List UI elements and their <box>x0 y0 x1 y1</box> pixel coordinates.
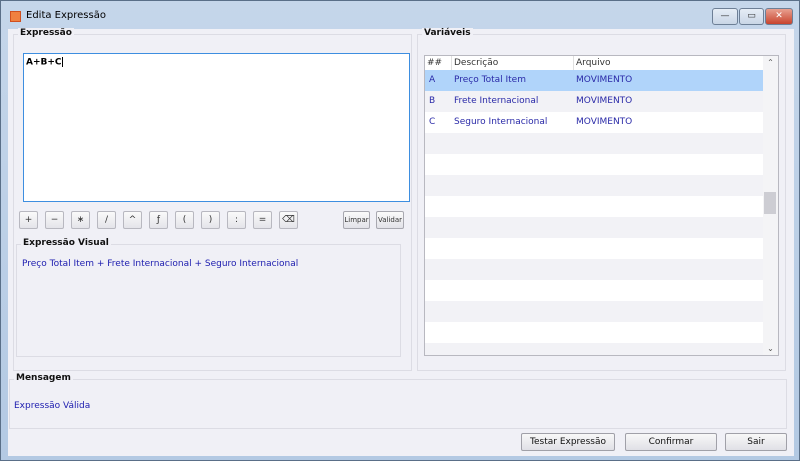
expression-value: A+B+C <box>26 57 62 68</box>
empty-row[interactable] <box>425 217 764 238</box>
divide-button[interactable]: / <box>97 211 116 229</box>
grid-header: ## Descrição Arquivo <box>425 56 764 70</box>
empty-row[interactable] <box>425 238 764 259</box>
cell-id: A <box>429 75 436 85</box>
empty-row[interactable] <box>425 322 764 343</box>
app-icon <box>10 11 21 22</box>
minus-button[interactable]: − <box>45 211 64 229</box>
visual-expression-group: Expressão Visual Preço Total Item + Fret… <box>16 238 401 357</box>
exit-button[interactable]: Sair <box>725 433 787 451</box>
multiply-button[interactable]: ∗ <box>71 211 90 229</box>
variables-grid[interactable]: ## Descrição Arquivo A Preço Total Item MO… <box>424 55 779 356</box>
plus-button[interactable]: + <box>19 211 38 229</box>
close-paren-button[interactable]: ) <box>201 211 220 229</box>
table-row[interactable]: C Seguro Internacional MOVIMENTO <box>425 112 764 133</box>
table-row[interactable]: B Frete Internacional MOVIMENTO <box>425 91 764 112</box>
empty-row[interactable] <box>425 154 764 175</box>
backspace-button[interactable]: ⌫ <box>279 211 298 229</box>
scroll-thumb[interactable] <box>764 192 776 214</box>
cell-file: MOVIMENTO <box>576 117 633 127</box>
cell-id: C <box>429 117 436 127</box>
cell-desc: Preço Total Item <box>454 75 526 85</box>
empty-row[interactable] <box>425 343 764 355</box>
empty-row[interactable] <box>425 280 764 301</box>
empty-row[interactable] <box>425 259 764 280</box>
minimize-button[interactable]: — <box>712 8 738 25</box>
empty-row[interactable] <box>425 175 764 196</box>
cell-file: MOVIMENTO <box>576 75 633 85</box>
maximize-button[interactable]: ▭ <box>739 8 764 25</box>
empty-row[interactable] <box>425 133 764 154</box>
close-button[interactable]: ✕ <box>765 8 793 25</box>
cell-file: MOVIMENTO <box>576 96 633 106</box>
power-button[interactable]: ^ <box>123 211 142 229</box>
variables-group: Variáveis ## Descrição Arquivo A Preço To… <box>417 28 786 371</box>
window-title: Edita Expressão <box>26 10 106 21</box>
scroll-down-icon[interactable]: ⌄ <box>763 344 778 353</box>
test-expression-button[interactable]: Testar Expressão <box>521 433 615 451</box>
function-button[interactable]: ƒ <box>149 211 168 229</box>
dialog-window: Edita Expressão — ▭ ✕ Expressão A+B+C + −… <box>0 0 800 461</box>
expression-input[interactable]: A+B+C <box>23 53 410 202</box>
empty-row[interactable] <box>425 301 764 322</box>
dialog-body: Expressão A+B+C + − ∗ / ^ ƒ (): = ⌫ Limpar Valid… <box>8 28 794 456</box>
clear-button[interactable]: Limpar <box>343 211 370 229</box>
column-header-description[interactable]: Descrição <box>451 56 573 70</box>
validate-button[interactable]: Validar <box>376 211 404 229</box>
confirm-button[interactable]: Confirmar <box>625 433 717 451</box>
colon-button[interactable]: : <box>227 211 246 229</box>
message-value: Expressão Válida <box>14 401 91 411</box>
empty-row[interactable] <box>425 196 764 217</box>
table-row[interactable]: A Preço Total Item MOVIMENTO <box>425 70 764 91</box>
message-group: Mensagem <box>9 373 787 429</box>
scroll-up-icon[interactable]: ⌃ <box>763 58 778 67</box>
open-paren-button[interactable]: ( <box>175 211 194 229</box>
cell-desc: Frete Internacional <box>454 96 539 106</box>
visual-expression-value: Preço Total Item + Frete Internacional +… <box>22 259 299 269</box>
visual-expression-label: Expressão Visual <box>21 238 111 248</box>
cell-desc: Seguro Internacional <box>454 117 548 127</box>
column-header-file[interactable]: Arquivo <box>573 56 764 70</box>
message-label: Mensagem <box>14 373 73 383</box>
text-caret <box>61 57 63 67</box>
variables-label: Variáveis <box>422 28 473 38</box>
vertical-scrollbar[interactable]: ⌃ ⌄ <box>763 56 778 355</box>
column-header-id[interactable]: ## <box>425 56 451 70</box>
equals-button[interactable]: = <box>253 211 272 229</box>
cell-id: B <box>429 96 436 106</box>
title-bar[interactable]: Edita Expressão — ▭ ✕ <box>1 1 799 29</box>
expression-label: Expressão <box>18 28 74 38</box>
expression-group: Expressão A+B+C + − ∗ / ^ ƒ (): = ⌫ Limpar Valid… <box>13 28 412 371</box>
